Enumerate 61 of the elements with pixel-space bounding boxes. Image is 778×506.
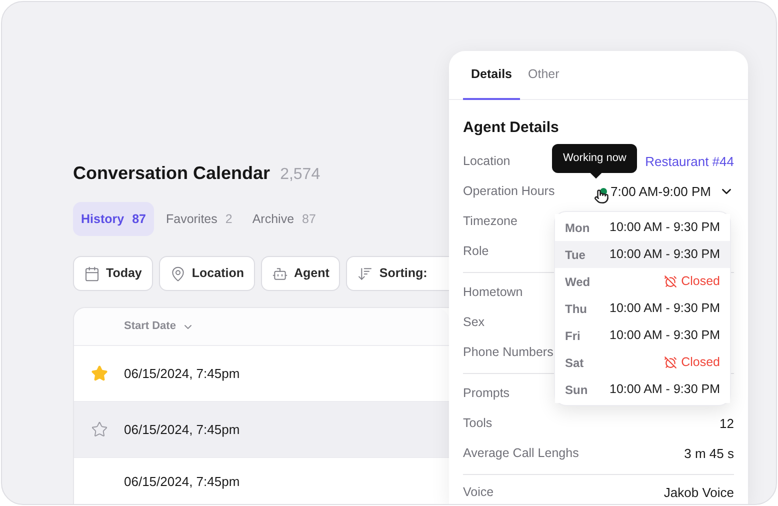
detail-label: Phone Numbers (463, 344, 554, 362)
detail-label: Sex (463, 314, 485, 332)
hours-range: 10:00 AM - 9:30 PM (610, 381, 720, 398)
clock-off-icon (664, 356, 678, 369)
location-link[interactable]: Restaurant #44 (645, 152, 734, 172)
total-count: 2,574 (280, 165, 320, 185)
closed-status: Closed (664, 353, 720, 372)
table-cell-text: 06/15/2024, 7:45pm (124, 364, 240, 383)
filter-button[interactable]: Agent (260, 256, 340, 291)
schedule-row[interactable]: Sun 10:00 AM - 9:30 PM (555, 376, 730, 403)
filter-tab[interactable]: History 87 (73, 202, 154, 236)
schedule-row[interactable]: Mon 10:00 AM - 9:30 PM (555, 214, 730, 241)
schedule-row[interactable]: Tue 10:00 AM - 9:30 PM (555, 241, 730, 268)
schedule-row[interactable]: Fri 10:00 AM - 9:30 PM (555, 322, 730, 349)
filter-button[interactable]: Sorting: (346, 256, 449, 291)
detail-label: Average Call Lenghs (463, 445, 579, 462)
calendar-icon (84, 266, 100, 282)
panel-tab[interactable]: Details (463, 51, 520, 100)
day-label: Tue (565, 246, 586, 264)
detail-value: 12 (720, 414, 734, 433)
table-cell-text: 06/15/2024, 7:45pm (124, 420, 240, 439)
detail-label: Role (463, 243, 489, 260)
filter-button[interactable]: Location (158, 256, 255, 291)
day-label: Fri (565, 328, 580, 344)
hours-range: 10:00 AM - 9:30 PM (610, 327, 720, 344)
schedule-row[interactable]: Sat Closed (555, 349, 730, 376)
hours-range: 10:00 AM - 9:30 PM (610, 219, 720, 236)
sort-icon (357, 266, 374, 282)
page-title: Conversation Calendar (73, 162, 270, 185)
map-pin-icon (170, 266, 186, 282)
detail-label: Hometown (463, 284, 523, 302)
detail-label: Location (463, 153, 510, 170)
star-icon[interactable] (90, 421, 108, 438)
star-icon[interactable] (90, 365, 108, 382)
detail-label: Tools (463, 415, 492, 432)
detail-value: Jakob Voice (664, 484, 734, 502)
detail-label: Operation Hours (463, 183, 555, 200)
day-label: Sun (565, 382, 588, 398)
detail-value: 3 m 45 s (684, 444, 734, 463)
table-row[interactable]: 06/15/2024, 7:45pm (74, 402, 449, 458)
hours-range: 10:00 AM - 9:30 PM (610, 300, 720, 318)
table-cell-text: 06/15/2024, 7:45pm (124, 473, 240, 492)
panel-title: Agent Details (463, 118, 560, 138)
hours-range: 10:00 AM - 9:30 PM (610, 246, 720, 264)
filter-button[interactable]: Today (73, 256, 153, 291)
detail-label: Voice (463, 484, 494, 502)
hand-cursor-icon (594, 189, 609, 204)
day-label: Thu (565, 300, 587, 318)
day-label: Wed (565, 274, 590, 290)
detail-label: Timezone (463, 213, 518, 230)
clock-off-icon (664, 275, 678, 288)
schedule-row[interactable]: Wed Closed (555, 268, 730, 295)
filter-tab[interactable]: Favorites 2 (158, 202, 240, 236)
detail-label: Prompts (463, 385, 510, 402)
panel-tab[interactable]: Other (520, 51, 568, 100)
filter-tab[interactable]: Archive 87 (244, 202, 324, 236)
day-label: Mon (565, 220, 590, 236)
day-label: Sat (565, 354, 584, 372)
robot-icon (272, 266, 288, 282)
schedule-row[interactable]: Thu 10:00 AM - 9:30 PM (555, 295, 730, 322)
closed-status: Closed (664, 272, 720, 291)
